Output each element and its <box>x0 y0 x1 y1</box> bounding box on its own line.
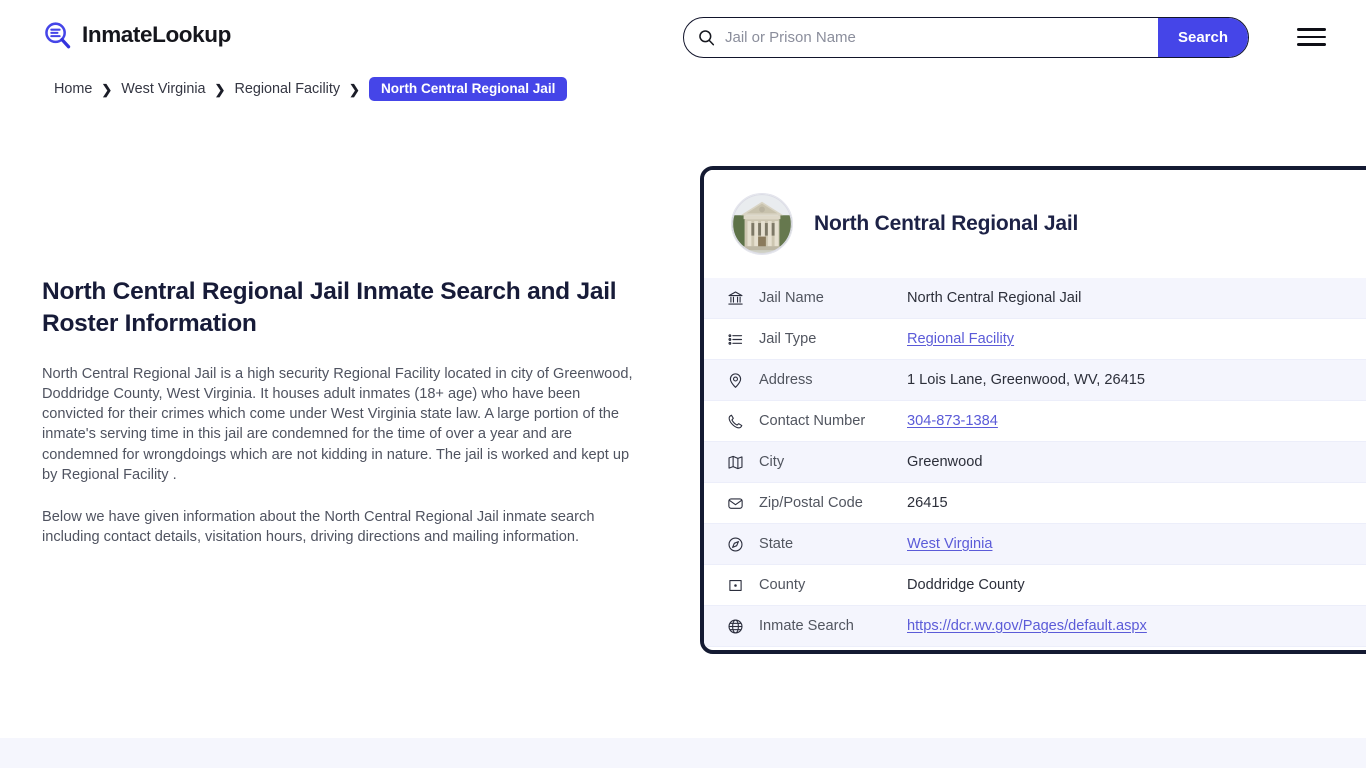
table-row: Inmate Search https://dcr.wv.gov/Pages/d… <box>704 606 1366 647</box>
table-row: Contact Number 304-873-1384 <box>704 401 1366 442</box>
page-title: North Central Regional Jail Inmate Searc… <box>42 278 617 338</box>
hamburger-line <box>1297 43 1326 46</box>
brand-logo[interactable]: InmateLookup <box>42 20 231 51</box>
breadcrumb-item-home[interactable]: Home <box>54 81 92 97</box>
footer-strip <box>0 738 1366 768</box>
description-paragraph-2: Below we have given information about th… <box>42 508 595 545</box>
search-icon <box>698 29 715 46</box>
bank-icon <box>726 289 744 307</box>
breadcrumb-item-current: North Central Regional Jail <box>368 77 568 101</box>
row-value: 26415 <box>907 495 948 511</box>
row-label: City <box>759 454 785 470</box>
row-label: State <box>759 536 794 552</box>
table-row: State West Virginia <box>704 524 1366 565</box>
table-row: Address 1 Lois Lane, Greenwood, WV, 2641… <box>704 360 1366 401</box>
table-row: Zip/Postal Code 26415 <box>704 483 1366 524</box>
breadcrumb-item-regional-facility[interactable]: Regional Facility <box>234 81 340 97</box>
courthouse-photo <box>731 193 793 255</box>
row-label: Jail Type <box>759 331 817 347</box>
map-icon <box>726 453 744 471</box>
row-value-link[interactable]: https://dcr.wv.gov/Pages/default.aspx <box>907 618 1147 634</box>
table-row: Jail Name North Central Regional Jail <box>704 278 1366 319</box>
row-value-link[interactable]: Regional Facility <box>907 331 1014 347</box>
magnifier-list-icon <box>42 20 73 51</box>
table-row: County Doddridge County <box>704 565 1366 606</box>
chevron-right-icon: ❯ <box>101 81 113 97</box>
list-icon <box>726 330 744 348</box>
facility-details-table: Jail Name North Central Regional Jail Ja… <box>704 278 1366 647</box>
row-value: Greenwood <box>907 454 983 470</box>
card-header: North Central Regional Jail <box>704 170 1366 278</box>
hamburger-line <box>1297 35 1326 39</box>
row-label: County <box>759 577 806 593</box>
row-label: Zip/Postal Code <box>759 495 863 511</box>
table-row: Jail Type Regional Facility <box>704 319 1366 360</box>
phone-icon <box>726 412 744 430</box>
breadcrumb: Home ❯ West Virginia ❯ Regional Facility… <box>54 77 568 101</box>
row-value: Doddridge County <box>907 577 1025 593</box>
brand-name: InmateLookup <box>82 22 231 48</box>
row-label: Contact Number <box>759 413 866 429</box>
hamburger-line <box>1297 28 1326 31</box>
site-header: InmateLookup Search <box>0 0 1366 74</box>
description-paragraph-1: North Central Regional Jail is a high se… <box>42 366 633 483</box>
breadcrumb-item-west-virginia[interactable]: West Virginia <box>121 81 205 97</box>
search-input[interactable] <box>715 18 1158 57</box>
table-row: City Greenwood <box>704 442 1366 483</box>
search-button[interactable]: Search <box>1158 18 1248 57</box>
chevron-right-icon: ❯ <box>214 81 226 97</box>
location-dot-icon <box>726 576 744 594</box>
search-bar[interactable]: Search <box>683 17 1249 58</box>
map-pin-icon <box>726 371 744 389</box>
facility-info-card: North Central Regional Jail Jail Name No… <box>700 166 1366 654</box>
row-value-link[interactable]: West Virginia <box>907 536 992 552</box>
row-label: Address <box>759 372 813 388</box>
compass-icon <box>726 535 744 553</box>
page-root: InmateLookup Search Home ❯ West Virginia… <box>0 0 1366 768</box>
row-value: North Central Regional Jail <box>907 290 1082 306</box>
row-label: Jail Name <box>759 290 824 306</box>
main-content-column: North Central Regional Jail Inmate Searc… <box>42 276 634 547</box>
card-title: North Central Regional Jail <box>814 212 1079 235</box>
globe-icon <box>726 617 744 635</box>
row-value: 1 Lois Lane, Greenwood, WV, 26415 <box>907 372 1145 388</box>
row-label: Inmate Search <box>759 618 854 634</box>
envelope-icon <box>726 494 744 512</box>
chevron-right-icon: ❯ <box>349 81 360 97</box>
row-value-link[interactable]: 304-873-1384 <box>907 413 998 429</box>
hamburger-menu-icon[interactable] <box>1297 26 1327 48</box>
